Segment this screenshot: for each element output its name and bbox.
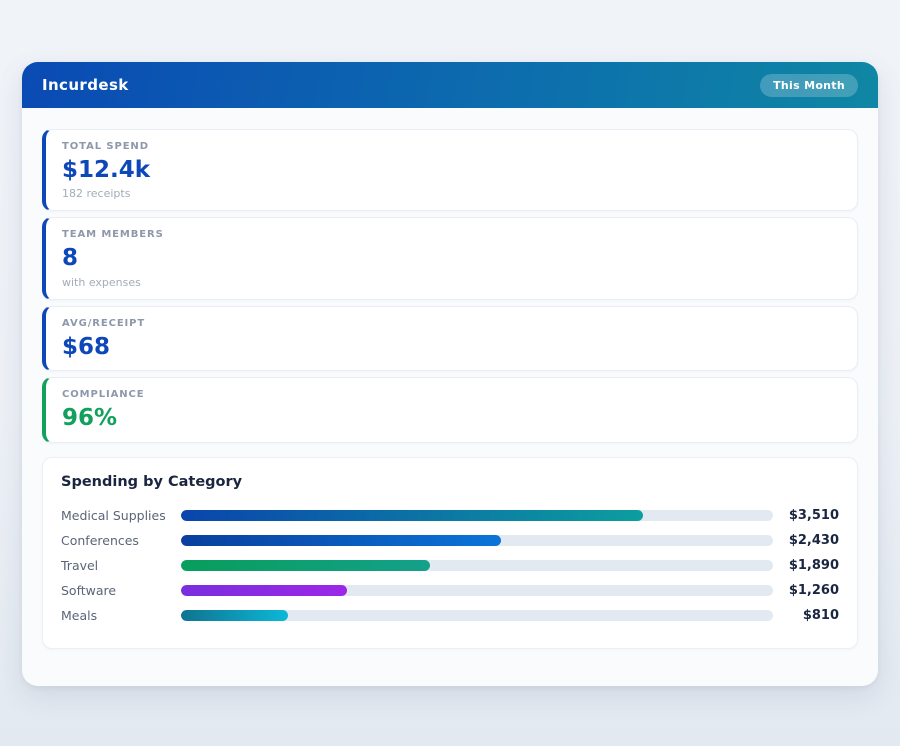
category-bar-track <box>181 560 773 571</box>
dashboard-panel: Incurdesk This Month TOTAL SPEND $12.4k 18… <box>22 62 878 686</box>
category-row: Software $1,260 <box>61 578 839 603</box>
category-bar-fill <box>181 585 347 596</box>
category-row: Travel $1,890 <box>61 553 839 578</box>
category-bar-track <box>181 510 773 521</box>
stats-list: TOTAL SPEND $12.4k 182 receipts TEAM MEMBER… <box>42 129 858 443</box>
category-row: Conferences $2,430 <box>61 528 839 553</box>
app-header: Incurdesk This Month <box>22 62 878 108</box>
stat-value: $12.4k <box>62 157 841 183</box>
stat-card: TEAM MEMBERS 8 with expenses <box>42 217 858 299</box>
stat-value: $68 <box>62 334 841 360</box>
category-label: Conferences <box>61 533 181 548</box>
category-label: Software <box>61 583 181 598</box>
stat-label: AVG/RECEIPT <box>62 318 841 329</box>
category-bar-fill <box>181 560 430 571</box>
panel-body: TOTAL SPEND $12.4k 182 receipts TEAM MEMBER… <box>22 108 878 649</box>
category-bar-fill <box>181 535 501 546</box>
section-title: Spending by Category <box>61 474 839 490</box>
category-row: Meals $810 <box>61 603 839 628</box>
app-title: Incurdesk <box>42 76 129 94</box>
stat-label: TEAM MEMBERS <box>62 229 841 240</box>
category-row: Medical Supplies $3,510 <box>61 503 839 528</box>
stat-card: COMPLIANCE 96% <box>42 377 858 442</box>
category-rows: Medical Supplies $3,510 Conferences $2,430 T… <box>61 503 839 628</box>
category-value: $3,510 <box>773 508 839 523</box>
category-label: Medical Supplies <box>61 508 181 523</box>
category-label: Meals <box>61 608 181 623</box>
stat-card: TOTAL SPEND $12.4k 182 receipts <box>42 129 858 211</box>
category-value: $810 <box>773 608 839 623</box>
category-bar-track <box>181 610 773 621</box>
stat-card: AVG/RECEIPT $68 <box>42 306 858 371</box>
stat-value: 8 <box>62 245 841 271</box>
category-bar-fill <box>181 510 643 521</box>
stat-label: COMPLIANCE <box>62 389 841 400</box>
period-badge[interactable]: This Month <box>760 74 858 97</box>
stat-subtitle: with expenses <box>62 276 841 289</box>
category-bar-track <box>181 585 773 596</box>
category-bar-fill <box>181 610 288 621</box>
category-bar-track <box>181 535 773 546</box>
category-value: $2,430 <box>773 533 839 548</box>
category-value: $1,890 <box>773 558 839 573</box>
stat-label: TOTAL SPEND <box>62 141 841 152</box>
category-label: Travel <box>61 558 181 573</box>
category-value: $1,260 <box>773 583 839 598</box>
stat-subtitle: 182 receipts <box>62 187 841 200</box>
category-card: Spending by Category Medical Supplies $3,… <box>42 457 858 649</box>
stat-value: 96% <box>62 405 841 431</box>
